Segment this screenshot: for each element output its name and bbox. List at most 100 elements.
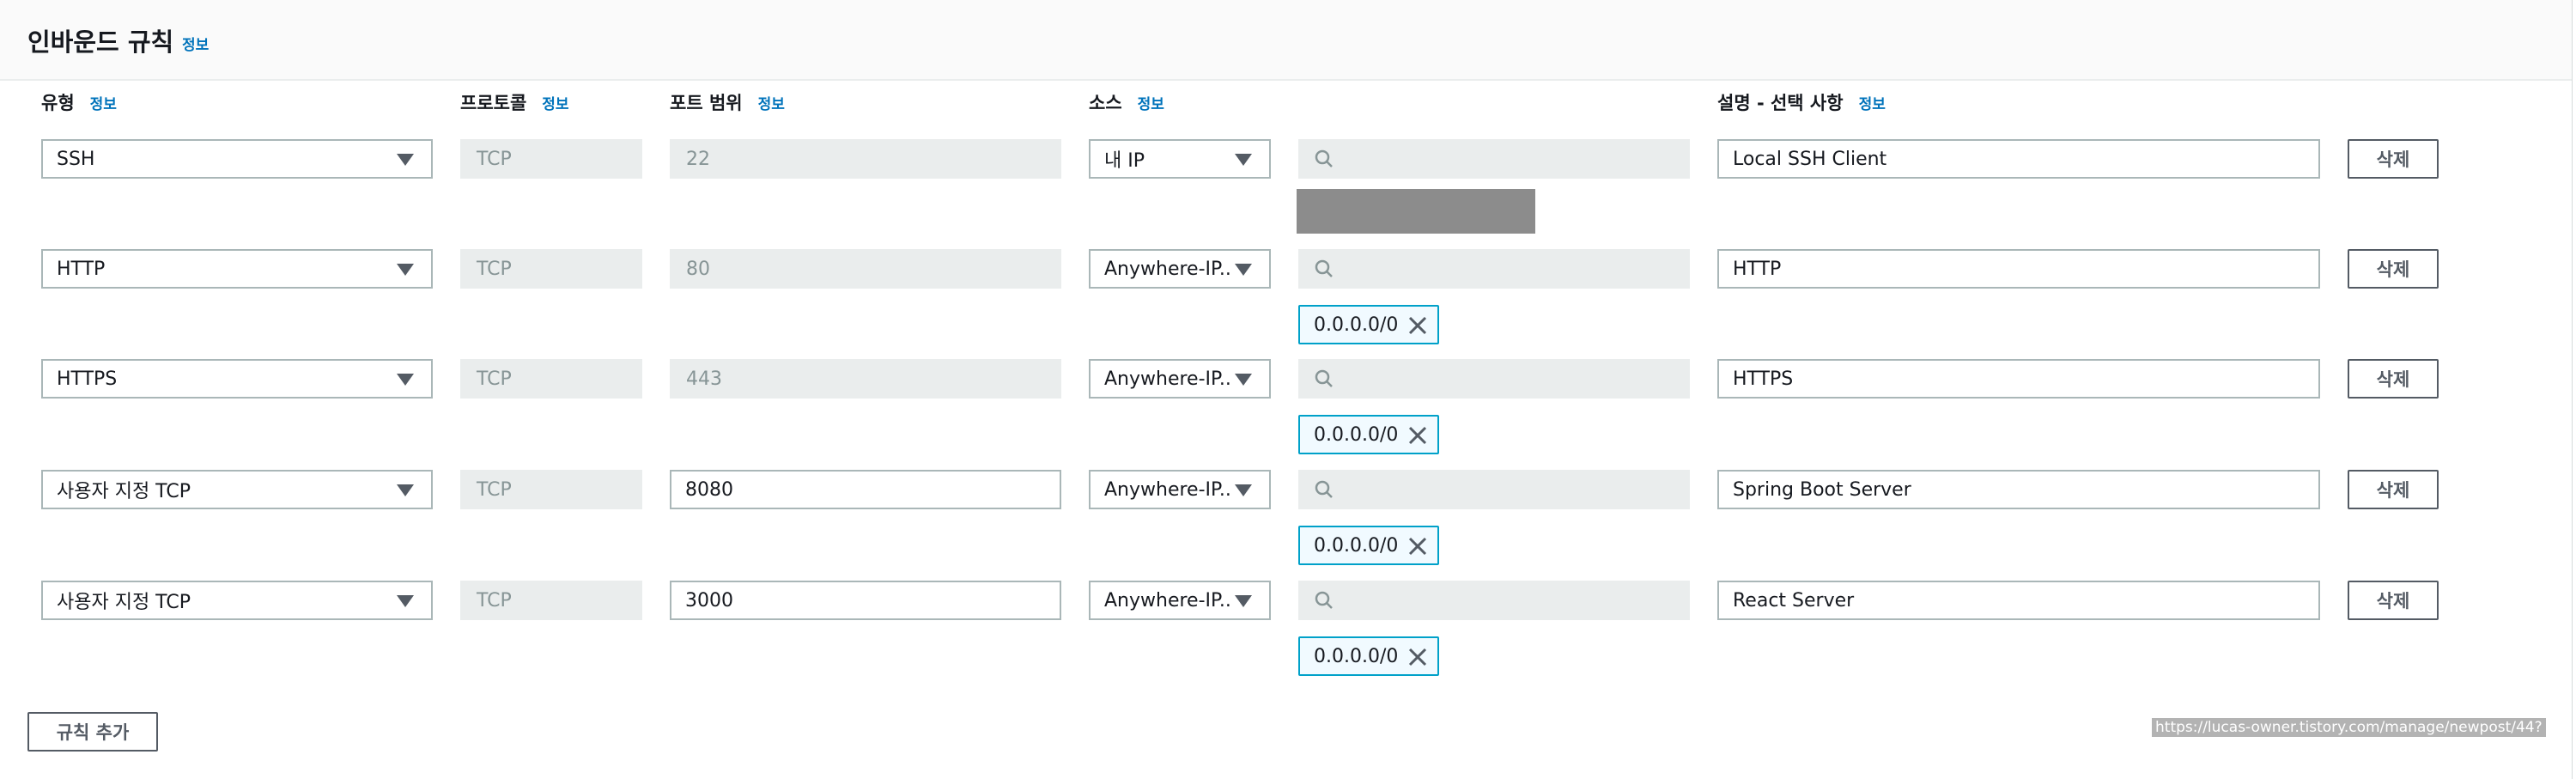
cidr-search-input[interactable]: [1298, 139, 1690, 179]
cidr-search-input[interactable]: [1298, 359, 1690, 399]
column-header-protocol: 프로토콜 정보: [460, 89, 569, 115]
cidr-token: 0.0.0.0/0: [1298, 526, 1439, 565]
type-select[interactable]: SSH: [41, 139, 433, 179]
port-range-value: 443: [686, 368, 722, 390]
remove-token-icon[interactable]: [1406, 424, 1429, 447]
description-input[interactable]: Local SSH Client: [1717, 139, 2320, 179]
type-select[interactable]: HTTP: [41, 249, 433, 289]
inbound-rules-panel: 인바운드 규칙 정보 유형 정보 프로토콜 정보 포트 범위 정보 소스 정보 설명 -…: [0, 0, 2573, 779]
port-range-value: 3000: [685, 589, 733, 612]
column-description-label: 설명 - 선택 사항: [1717, 93, 1844, 113]
port-info-link[interactable]: 정보: [758, 96, 785, 113]
description-value: React Server: [1733, 589, 1855, 612]
column-source-label: 소스: [1089, 93, 1122, 113]
port-range-input: 80: [670, 249, 1061, 289]
cidr-token: 0.0.0.0/0: [1298, 636, 1439, 676]
port-range-input[interactable]: 8080: [670, 470, 1061, 509]
port-range-value: 80: [686, 258, 710, 280]
chevron-down-icon: [1235, 154, 1252, 166]
source-info-link[interactable]: 정보: [1138, 96, 1164, 113]
chevron-down-icon: [1235, 264, 1252, 276]
description-input[interactable]: HTTPS: [1717, 359, 2320, 399]
type-select[interactable]: 사용자 지정 TCP: [41, 581, 433, 620]
delete-rule-button[interactable]: 삭제: [2348, 139, 2439, 179]
chevron-down-icon: [397, 264, 414, 276]
search-icon: [1315, 369, 1333, 387]
redacted-ip-block: [1297, 189, 1535, 234]
type-select-value: HTTPS: [57, 368, 118, 390]
source-select[interactable]: Anywhere-IP...: [1089, 470, 1271, 509]
type-select[interactable]: HTTPS: [41, 359, 433, 399]
description-input[interactable]: Spring Boot Server: [1717, 470, 2320, 509]
delete-rule-button[interactable]: 삭제: [2348, 359, 2439, 399]
description-value: HTTP: [1733, 258, 1782, 280]
column-type-label: 유형: [41, 93, 75, 113]
description-input[interactable]: HTTP: [1717, 249, 2320, 289]
column-header-source: 소스 정보: [1089, 89, 1164, 115]
port-range-input[interactable]: 3000: [670, 581, 1061, 620]
port-range-value: 8080: [685, 478, 733, 501]
delete-rule-button[interactable]: 삭제: [2348, 581, 2439, 620]
source-select-value: Anywhere-IP...: [1104, 258, 1233, 280]
remove-token-icon[interactable]: [1406, 535, 1429, 557]
chevron-down-icon: [397, 484, 414, 496]
type-select-value: SSH: [57, 148, 95, 170]
source-select[interactable]: Anywhere-IP...: [1089, 249, 1271, 289]
chevron-down-icon: [397, 374, 414, 386]
delete-rule-button[interactable]: 삭제: [2348, 249, 2439, 289]
cidr-token-value: 0.0.0.0/0: [1314, 534, 1399, 557]
add-rule-button[interactable]: 규칙 추가: [27, 712, 158, 752]
chevron-down-icon: [1235, 595, 1252, 607]
protocol-field: TCP: [460, 470, 642, 509]
type-select-value: 사용자 지정 TCP: [57, 481, 191, 502]
search-icon: [1315, 149, 1333, 167]
delete-rule-button[interactable]: 삭제: [2348, 470, 2439, 509]
remove-token-icon[interactable]: [1406, 314, 1429, 337]
protocol-info-link[interactable]: 정보: [542, 96, 568, 113]
chevron-down-icon: [397, 154, 414, 166]
protocol-value: TCP: [477, 589, 512, 612]
description-info-link[interactable]: 정보: [1859, 96, 1886, 113]
port-range-input: 443: [670, 359, 1061, 399]
source-select[interactable]: Anywhere-IP...: [1089, 581, 1271, 620]
source-select-value: Anywhere-IP...: [1104, 368, 1233, 390]
cidr-token-value: 0.0.0.0/0: [1314, 423, 1399, 446]
protocol-value: TCP: [477, 478, 512, 501]
cidr-search-input[interactable]: [1298, 581, 1690, 620]
protocol-field: TCP: [460, 139, 642, 179]
column-header-description: 설명 - 선택 사항 정보: [1717, 89, 1886, 115]
column-header-type: 유형 정보: [41, 89, 117, 115]
source-select[interactable]: Anywhere-IP...: [1089, 359, 1271, 399]
protocol-field: TCP: [460, 581, 642, 620]
search-icon: [1315, 480, 1333, 498]
remove-token-icon[interactable]: [1406, 646, 1429, 668]
cidr-token: 0.0.0.0/0: [1298, 305, 1439, 344]
chevron-down-icon: [397, 595, 414, 607]
type-select[interactable]: 사용자 지정 TCP: [41, 470, 433, 509]
section-header: 인바운드 규칙 정보: [0, 0, 2572, 81]
search-icon: [1315, 591, 1333, 609]
column-header-port: 포트 범위 정보: [670, 89, 785, 115]
source-select[interactable]: 내 IP: [1089, 139, 1271, 179]
section-info-link[interactable]: 정보: [182, 33, 209, 54]
source-select-value: 내 IP: [1104, 150, 1145, 172]
column-protocol-label: 프로토콜: [460, 93, 527, 113]
column-port-label: 포트 범위: [670, 93, 743, 113]
port-range-input: 22: [670, 139, 1061, 179]
description-input[interactable]: React Server: [1717, 581, 2320, 620]
cidr-token-value: 0.0.0.0/0: [1314, 645, 1399, 667]
protocol-value: TCP: [477, 148, 512, 170]
chevron-down-icon: [1235, 374, 1252, 386]
source-select-value: Anywhere-IP...: [1104, 478, 1233, 501]
description-value: HTTPS: [1733, 368, 1794, 390]
description-value: Local SSH Client: [1733, 148, 1887, 170]
search-icon: [1315, 259, 1333, 277]
cidr-search-input[interactable]: [1298, 249, 1690, 289]
protocol-field: TCP: [460, 249, 642, 289]
cidr-token-value: 0.0.0.0/0: [1314, 313, 1399, 336]
cidr-token: 0.0.0.0/0: [1298, 415, 1439, 454]
type-info-link[interactable]: 정보: [90, 96, 117, 113]
description-value: Spring Boot Server: [1733, 478, 1911, 501]
protocol-value: TCP: [477, 368, 512, 390]
cidr-search-input[interactable]: [1298, 470, 1690, 509]
